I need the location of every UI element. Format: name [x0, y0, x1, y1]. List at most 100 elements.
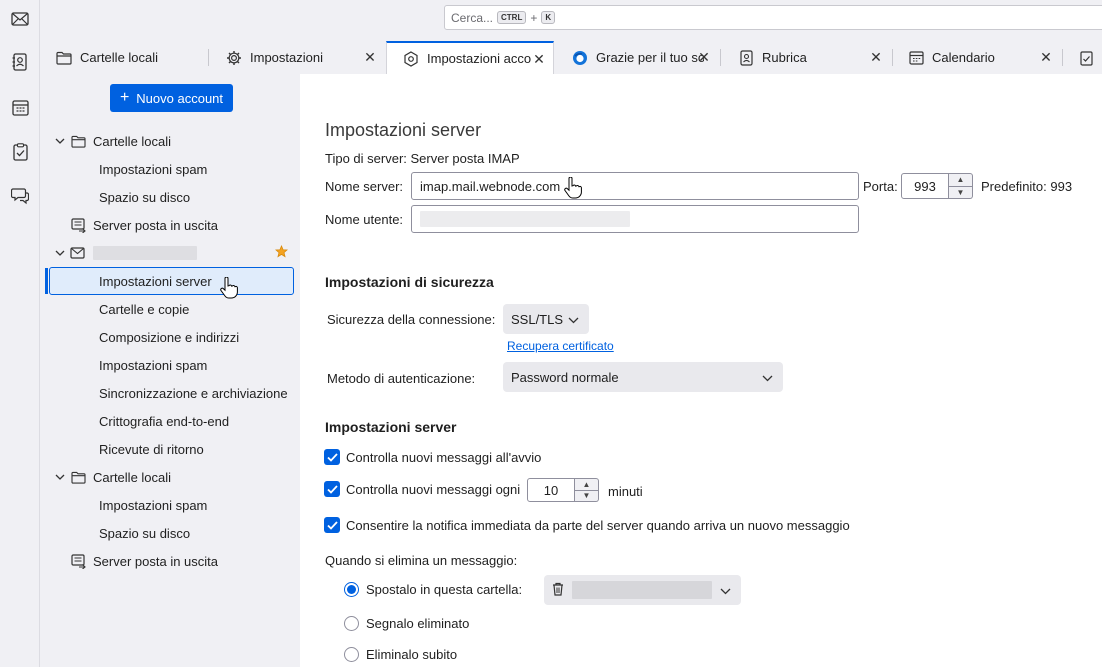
- check-interval-row[interactable]: Controlla nuovi messaggi ogni: [324, 481, 520, 497]
- tree-local-folders-2[interactable]: Cartelle locali: [48, 464, 294, 490]
- tree-label: Server posta in uscita: [93, 217, 219, 233]
- chevron-down-icon[interactable]: [54, 474, 66, 480]
- tab-tasks[interactable]: [1062, 41, 1102, 74]
- trash-folder-select[interactable]: [544, 575, 741, 605]
- mail-icon[interactable]: [9, 8, 31, 30]
- username-label: Nome utente:: [325, 212, 404, 227]
- tree-label: Impostazioni server: [99, 273, 212, 289]
- tree-item-folders-copies[interactable]: Cartelle e copie: [48, 296, 294, 322]
- connection-security-value: SSL/TLS: [511, 311, 564, 327]
- tree-outgoing-server-2[interactable]: Server posta in uscita: [48, 548, 294, 574]
- tree-item-server-settings[interactable]: Impostazioni server: [49, 267, 294, 295]
- redacted-username: [420, 211, 630, 227]
- folder-icon: [70, 469, 86, 485]
- connection-security-select[interactable]: SSL/TLS: [503, 304, 589, 334]
- increment-arrow-icon[interactable]: ▲: [575, 479, 598, 490]
- check-startup-checkbox[interactable]: [324, 449, 340, 465]
- shortcut-plus: +: [530, 10, 538, 25]
- search-placeholder: Cerca...: [451, 10, 494, 25]
- check-interval-value[interactable]: 10: [527, 478, 575, 502]
- move-to-folder-row[interactable]: Spostalo in questa cartella:: [344, 582, 522, 597]
- delete-behavior-label: Quando si elimina un messaggio:: [325, 553, 518, 568]
- increment-arrow-icon[interactable]: ▲: [949, 174, 972, 186]
- auth-method-select[interactable]: Password normale: [503, 362, 783, 392]
- chevron-down-icon: [762, 370, 773, 385]
- remove-immediately-radio[interactable]: [344, 647, 359, 662]
- connection-security-label: Sicurezza della connessione:: [327, 312, 496, 327]
- chevron-down-icon[interactable]: [54, 138, 66, 144]
- close-tab-icon[interactable]: ✕: [531, 51, 547, 67]
- tab-address-book[interactable]: Rubrica ✕: [722, 41, 890, 74]
- tree-local-folders[interactable]: Cartelle locali: [48, 128, 294, 154]
- tasks-icon[interactable]: [9, 141, 31, 163]
- remove-immediately-row[interactable]: Eliminalo subito: [344, 647, 457, 662]
- retrieve-certificate-link[interactable]: Recupera certificato: [507, 339, 614, 353]
- account-settings-icon: [403, 50, 419, 67]
- shortcut-ctrl: CTRL: [497, 11, 527, 24]
- chat-icon[interactable]: [9, 185, 31, 207]
- chevron-down-icon[interactable]: [54, 250, 66, 256]
- address-book-icon: [738, 49, 754, 66]
- tree-item-spam-settings[interactable]: Impostazioni spam: [48, 156, 294, 182]
- close-tab-icon[interactable]: ✕: [868, 49, 884, 65]
- tree-item-disk-space-2[interactable]: Spazio su disco: [48, 520, 294, 546]
- mark-deleted-radio[interactable]: [344, 616, 359, 631]
- tree-item-disk-space[interactable]: Spazio su disco: [48, 184, 294, 210]
- allow-push-checkbox[interactable]: [324, 517, 340, 533]
- tab-thanks[interactable]: Grazie per il tuo sostegno ✕: [556, 41, 718, 74]
- chevron-down-icon: [720, 583, 731, 598]
- global-search-input[interactable]: Cerca... CTRL + K: [444, 5, 1102, 30]
- port-stepper[interactable]: 993 ▲ ▼: [901, 173, 973, 199]
- address-book-icon[interactable]: [9, 51, 31, 73]
- thunderbird-icon: [572, 50, 588, 66]
- tree-item-spam-settings-2[interactable]: Impostazioni spam: [48, 492, 294, 518]
- check-interval-label: Controlla nuovi messaggi ogni: [346, 481, 521, 497]
- tree-item-return-receipts[interactable]: Ricevute di ritorno: [48, 436, 294, 462]
- check-startup-row[interactable]: Controlla nuovi messaggi all'avvio: [324, 449, 541, 465]
- tab-settings[interactable]: Impostazioni ✕: [210, 41, 384, 74]
- move-to-folder-label: Spostalo in questa cartella:: [366, 582, 523, 597]
- tab-label: Cartelle locali: [80, 50, 159, 65]
- move-to-folder-radio[interactable]: [344, 582, 359, 597]
- tree-item-e2e-encryption[interactable]: Crittografia end-to-end: [48, 408, 294, 434]
- tree-label: Impostazioni spam: [99, 357, 208, 373]
- check-startup-label: Controlla nuovi messaggi all'avvio: [346, 449, 542, 465]
- allow-push-label: Consentire la notifica immediata da part…: [346, 517, 850, 533]
- tasks-icon: [1078, 50, 1094, 66]
- server-type-value: Server posta IMAP: [410, 151, 520, 166]
- tab-label: Impostazioni: [250, 50, 323, 65]
- tree-label: Cartelle locali: [93, 133, 172, 149]
- tree-item-sync-storage[interactable]: Sincronizzazione e archiviazione: [48, 380, 294, 406]
- tree-item-account-spam[interactable]: Impostazioni spam: [48, 352, 294, 378]
- tree-label: Crittografia end-to-end: [99, 413, 230, 429]
- allow-push-row[interactable]: Consentire la notifica immediata da part…: [324, 517, 850, 533]
- close-tab-icon[interactable]: ✕: [696, 49, 712, 65]
- tab-account-settings[interactable]: Impostazioni account ✕: [386, 41, 554, 74]
- mark-deleted-row[interactable]: Segnalo eliminato: [344, 616, 469, 631]
- outgoing-server-icon: [70, 217, 86, 233]
- tree-account[interactable]: [48, 240, 294, 266]
- check-interval-checkbox[interactable]: [324, 481, 340, 497]
- server-name-value: imap.mail.webnode.com: [420, 178, 561, 194]
- outgoing-server-icon: [70, 553, 86, 569]
- close-tab-icon[interactable]: ✕: [362, 49, 378, 65]
- calendar-icon[interactable]: [9, 96, 31, 118]
- tab-local-folders[interactable]: Cartelle locali: [40, 41, 207, 74]
- selection-indicator: [45, 268, 48, 294]
- port-value[interactable]: 993: [901, 173, 949, 199]
- new-account-button[interactable]: + Nuovo account: [110, 84, 233, 112]
- tree-outgoing-server[interactable]: Server posta in uscita: [48, 212, 294, 238]
- tree-item-composition[interactable]: Composizione e indirizzi: [48, 324, 294, 350]
- tree-label: Server posta in uscita: [93, 553, 219, 569]
- tree-label: Cartelle e copie: [99, 301, 190, 317]
- tab-label: Impostazioni account: [427, 51, 533, 66]
- security-heading: Impostazioni di sicurezza: [325, 274, 494, 290]
- close-tab-icon[interactable]: ✕: [1038, 49, 1054, 65]
- decrement-arrow-icon[interactable]: ▼: [949, 185, 972, 199]
- username-input[interactable]: [411, 205, 859, 233]
- check-interval-stepper[interactable]: 10 ▲ ▼: [527, 478, 599, 502]
- server-name-input[interactable]: imap.mail.webnode.com: [411, 172, 859, 200]
- unified-toolbar: Cerca... CTRL + K: [40, 0, 1102, 36]
- tab-calendar[interactable]: Calendario ✕: [892, 41, 1060, 74]
- decrement-arrow-icon[interactable]: ▼: [575, 489, 598, 502]
